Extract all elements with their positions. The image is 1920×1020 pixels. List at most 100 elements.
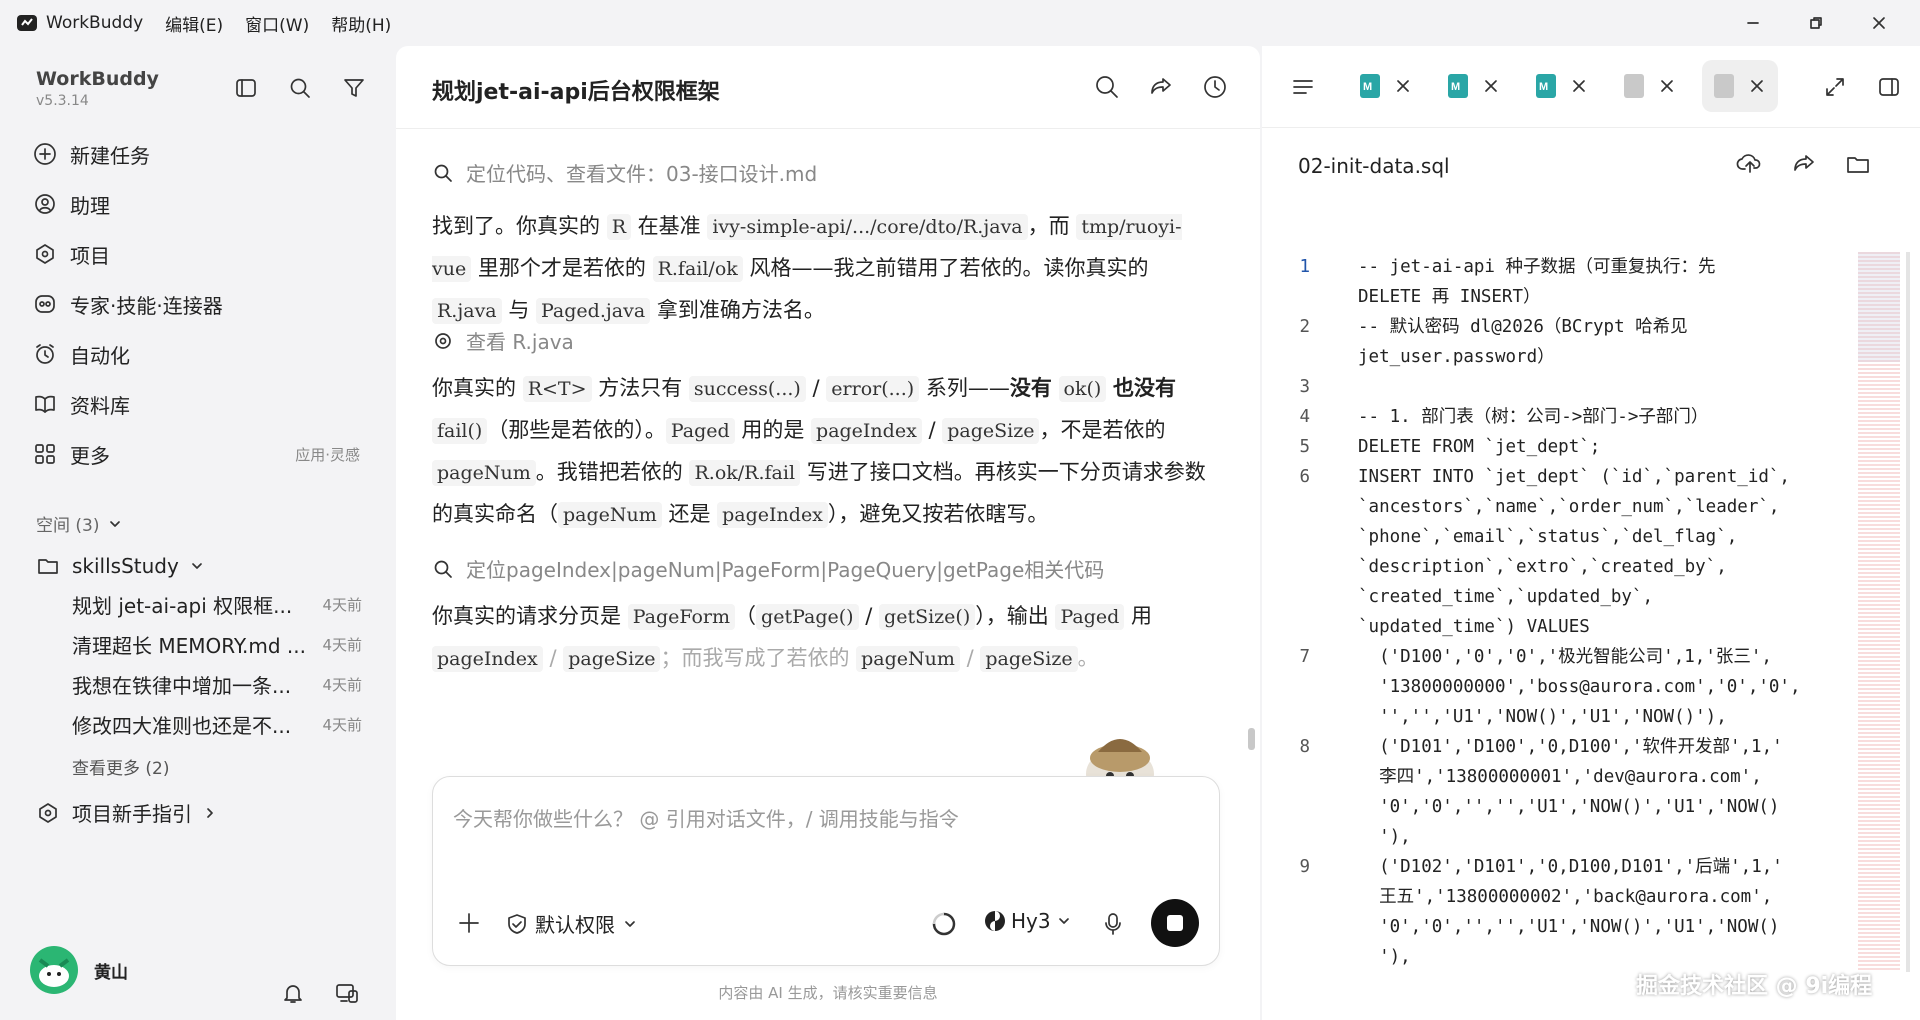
close-tab-icon[interactable]: [1570, 77, 1588, 95]
task-item[interactable]: 修改四大准则也还是不... 4天前: [72, 704, 362, 744]
task-item[interactable]: 清理超长 MEMORY.md ... 4天前: [72, 624, 362, 664]
menu-icon[interactable]: [1290, 74, 1316, 100]
space-section-toggle[interactable]: 空间 (3): [36, 511, 123, 536]
nav-label: 更多: [70, 443, 110, 468]
unused: [282, 782, 308, 808]
step-view-file[interactable]: 查看 R.java: [432, 326, 574, 355]
code-line: 3: [1262, 372, 1892, 402]
devices-icon[interactable]: [334, 980, 360, 1006]
sidebar: WorkBuddy v5.3.14 新建任务 助理 项目 专家·技能·连接器 自…: [0, 46, 396, 1020]
project-name: skillsStudy: [72, 554, 179, 578]
line-text: -- jet-ai-api 种子数据（可重复执行：先 DELETE 再 INSE…: [1358, 257, 1716, 307]
nav-more[interactable]: 更多 应用·灵感: [32, 434, 372, 474]
open-folder-icon[interactable]: [1844, 150, 1872, 178]
step-locate-code[interactable]: 定位代码、查看文件：03-接口设计.md: [432, 158, 817, 187]
stop-button[interactable]: [1151, 899, 1199, 947]
file-editor-panel: M M M 02-init-data.sql 1 -- jet-ai-api 种子…: [1262, 46, 1920, 1020]
add-icon[interactable]: [455, 909, 483, 937]
task-item[interactable]: 规划 jet-ai-api 权限框... 4天前: [72, 584, 362, 624]
folder-icon: [38, 559, 58, 574]
line-number: 2: [1299, 317, 1310, 337]
expand-icon[interactable]: [1822, 74, 1848, 100]
sidebar-panel-icon[interactable]: [1876, 74, 1902, 100]
filter-icon[interactable]: [340, 74, 368, 102]
markdown-file-icon: M: [1448, 74, 1468, 98]
minimize-icon[interactable]: [1742, 12, 1764, 34]
nav-new-task[interactable]: 新建任务: [32, 134, 372, 174]
search-icon[interactable]: [286, 74, 314, 102]
task-item[interactable]: 我想在铁律中增加一条... 4天前: [72, 664, 362, 704]
message-paragraph: 找到了。你真实的 R 在基准 ivy-simple-api/.../core/d…: [432, 214, 1182, 324]
line-text: -- 默认密码 dl@2026（BCrypt 哈希见 jet_user.pass…: [1358, 317, 1688, 367]
file-icon: [1714, 74, 1734, 98]
see-more-link[interactable]: 查看更多 (2): [72, 754, 169, 779]
chat-input[interactable]: 今天帮你做些什么？ @ 引用对话文件，/ 调用技能与指令: [453, 803, 959, 832]
app-version: v5.3.14: [36, 93, 89, 109]
microphone-icon[interactable]: [1101, 911, 1125, 937]
loading-spinner-icon: [932, 912, 956, 936]
project-folder[interactable]: skillsStudy: [36, 554, 205, 578]
user-profile[interactable]: 黄山: [30, 946, 128, 994]
close-tab-icon[interactable]: [1394, 77, 1412, 95]
project-guide[interactable]: 项目新手指引: [36, 798, 218, 827]
search-icon[interactable]: [1092, 72, 1122, 102]
editor-tab-bar: M M M: [1262, 46, 1920, 128]
chat-panel: 规划jet-ai-api后台权限框架 定位代码、查看文件：03-接口设计.md …: [396, 46, 1260, 1020]
close-window-icon[interactable]: [1868, 12, 1890, 34]
upload-icon[interactable]: [1736, 150, 1764, 178]
menu-edit[interactable]: 编辑(E): [165, 11, 223, 36]
task-title: 修改四大准则也还是不...: [72, 713, 292, 738]
nav-label: 助理: [70, 193, 110, 218]
editor-tab-active[interactable]: [1702, 60, 1778, 112]
close-tab-icon[interactable]: [1658, 77, 1676, 95]
nav-automation[interactable]: 自动化: [32, 334, 372, 374]
line-number: 8: [1299, 737, 1310, 757]
space-label: 空间 (3): [36, 516, 100, 536]
nav-assistant[interactable]: 助理: [32, 184, 372, 224]
task-time: 4天前: [322, 675, 362, 694]
editor-tab[interactable]: [1624, 60, 1676, 112]
code-view[interactable]: 1 -- jet-ai-api 种子数据（可重复执行：先 DELETE 再 INS…: [1262, 252, 1892, 972]
chat-input-box[interactable]: 今天帮你做些什么？ @ 引用对话文件，/ 调用技能与指令 默认权限 Hy3: [432, 776, 1220, 966]
panel-toggle-icon[interactable]: [232, 74, 260, 102]
close-tab-icon[interactable]: [1748, 77, 1766, 95]
guide-label: 项目新手指引: [72, 802, 192, 826]
editor-tab[interactable]: M: [1448, 60, 1500, 112]
line-text: ('D100','0','0','极光智能公司',1,'张三', '138000…: [1379, 647, 1801, 727]
nav-library[interactable]: 资料库: [32, 384, 372, 424]
line-text: [1358, 372, 1892, 402]
share-icon[interactable]: [1790, 150, 1818, 178]
editor-tab[interactable]: M: [1360, 60, 1412, 112]
task-time: 4天前: [322, 595, 362, 614]
editor-scrollbar[interactable]: [1906, 252, 1910, 972]
step-text: 定位pageIndex|pageNum|PageForm|PageQuery|g…: [466, 558, 1105, 582]
step-text: 定位代码、查看文件：03-接口设计.md: [466, 162, 818, 186]
code-minimap[interactable]: [1858, 252, 1900, 972]
nav-experts[interactable]: 专家·技能·连接器: [32, 284, 372, 324]
user-name: 黄山: [94, 962, 128, 983]
watermark: 掘金技术社区 @ 9i编程: [1636, 974, 1873, 999]
header-divider: [396, 128, 1260, 129]
workbuddy-logo-icon: [17, 15, 37, 31]
permission-selector[interactable]: 默认权限: [505, 909, 643, 938]
minimap-viewport[interactable]: [1858, 252, 1900, 362]
menu-help[interactable]: 帮助(H): [331, 11, 391, 36]
line-text: INSERT INTO `jet_dept` (`id`,`parent_id`…: [1358, 467, 1790, 637]
task-time: 4天前: [322, 715, 362, 734]
model-selector[interactable]: Hy3: [983, 909, 1071, 933]
editor-tab[interactable]: M: [1536, 60, 1588, 112]
share-icon[interactable]: [1146, 72, 1176, 102]
restore-icon[interactable]: [1805, 12, 1827, 34]
chat-title: 规划jet-ai-api后台权限框架: [432, 80, 720, 105]
chat-scrollbar[interactable]: [1248, 728, 1255, 750]
menu-window[interactable]: 窗口(W): [245, 11, 309, 36]
nav-project[interactable]: 项目: [32, 234, 372, 274]
history-icon[interactable]: [1200, 72, 1230, 102]
app-window: WorkBuddy 编辑(E) 窗口(W) 帮助(H) WorkBuddy v5…: [0, 0, 1920, 1020]
task-title: 我想在铁律中增加一条...: [72, 673, 292, 698]
close-tab-icon[interactable]: [1482, 77, 1500, 95]
task-title: 规划 jet-ai-api 权限框...: [72, 593, 293, 618]
step-locate-paging[interactable]: 定位pageIndex|pageNum|PageForm|PageQuery|g…: [432, 554, 1104, 583]
bell-icon[interactable]: [280, 980, 306, 1006]
chevron-down-icon: [1058, 918, 1069, 924]
